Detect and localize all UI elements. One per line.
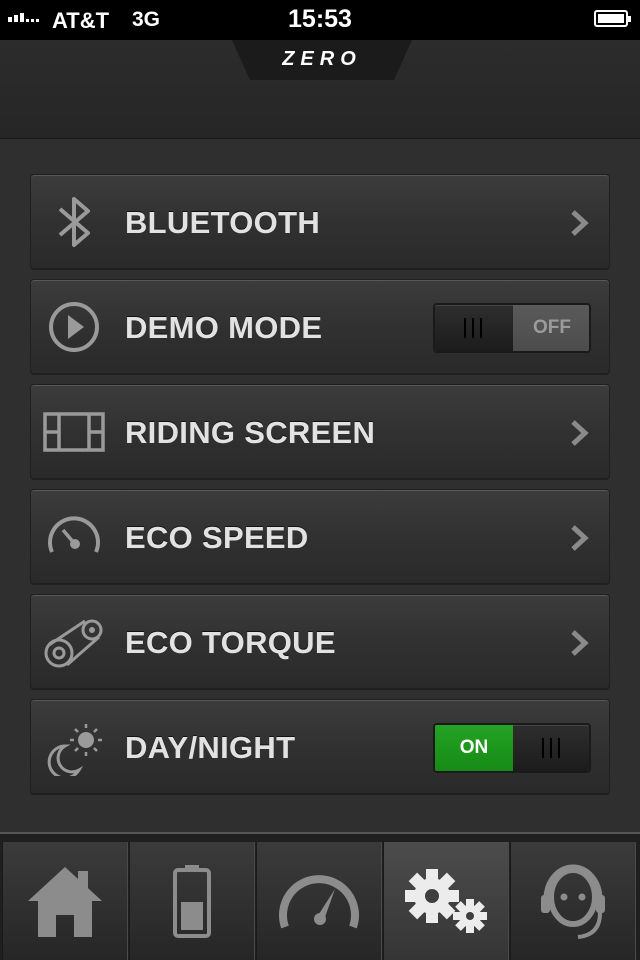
tab-battery[interactable] xyxy=(129,842,255,960)
clock: 15:53 xyxy=(288,5,352,33)
status-bar: AT&T 3G 15:53 xyxy=(0,0,640,40)
grip-icon xyxy=(542,738,560,758)
toggle-state-label: ON xyxy=(435,725,513,771)
chevron-right-icon xyxy=(571,630,589,656)
bluetooth-row[interactable]: BLUETOOTH xyxy=(30,174,610,269)
home-icon xyxy=(28,867,102,937)
eco-torque-row[interactable]: ECO TORQUE xyxy=(30,594,610,689)
chevron-right-icon xyxy=(571,210,589,236)
day-night-toggle[interactable]: ON xyxy=(433,723,591,773)
eco-speed-row[interactable]: ECO SPEED xyxy=(30,489,610,584)
day-night-label: DAY/NIGHT xyxy=(125,730,296,765)
day-night-row: DAY/NIGHT ON xyxy=(30,699,610,794)
demo-mode-row: DEMO MODE OFF xyxy=(30,279,610,374)
settings-list: BLUETOOTH DEMO MODE OFF RIDING SCREEN EC… xyxy=(0,139,640,834)
tab-home[interactable] xyxy=(2,842,128,960)
tab-settings[interactable] xyxy=(383,842,509,960)
eco-speed-label: ECO SPEED xyxy=(125,520,309,555)
toggle-knob xyxy=(435,305,513,351)
logo-tab: ZERO xyxy=(232,40,412,80)
tab-support[interactable] xyxy=(510,842,636,960)
riding-screen-row[interactable]: RIDING SCREEN xyxy=(30,384,610,479)
gauge-icon xyxy=(279,875,359,929)
zero-logo: ZERO xyxy=(282,48,362,70)
film-strip-icon xyxy=(43,412,105,452)
battery-status-icon xyxy=(594,10,631,27)
bluetooth-label: BLUETOOTH xyxy=(125,205,321,240)
gears-icon xyxy=(405,869,487,933)
demo-mode-toggle[interactable]: OFF xyxy=(433,303,591,353)
battery-icon xyxy=(173,865,211,938)
chevron-right-icon xyxy=(571,525,589,551)
grip-icon xyxy=(464,318,482,338)
tab-bar xyxy=(0,834,640,960)
tab-gauge[interactable] xyxy=(256,842,382,960)
speedometer-icon xyxy=(48,516,100,553)
toggle-knob xyxy=(513,725,589,771)
toggle-state-label: OFF xyxy=(513,305,589,351)
chevron-right-icon xyxy=(571,420,589,446)
support-headset-icon xyxy=(541,864,605,939)
bluetooth-icon xyxy=(58,197,90,247)
demo-mode-label: DEMO MODE xyxy=(125,310,323,345)
play-icon xyxy=(49,302,99,352)
belt-drive-icon xyxy=(44,619,103,668)
sun-moon-icon xyxy=(47,724,102,776)
eco-torque-label: ECO TORQUE xyxy=(125,625,336,660)
app-header: ZERO xyxy=(0,40,640,139)
riding-screen-label: RIDING SCREEN xyxy=(125,415,376,450)
